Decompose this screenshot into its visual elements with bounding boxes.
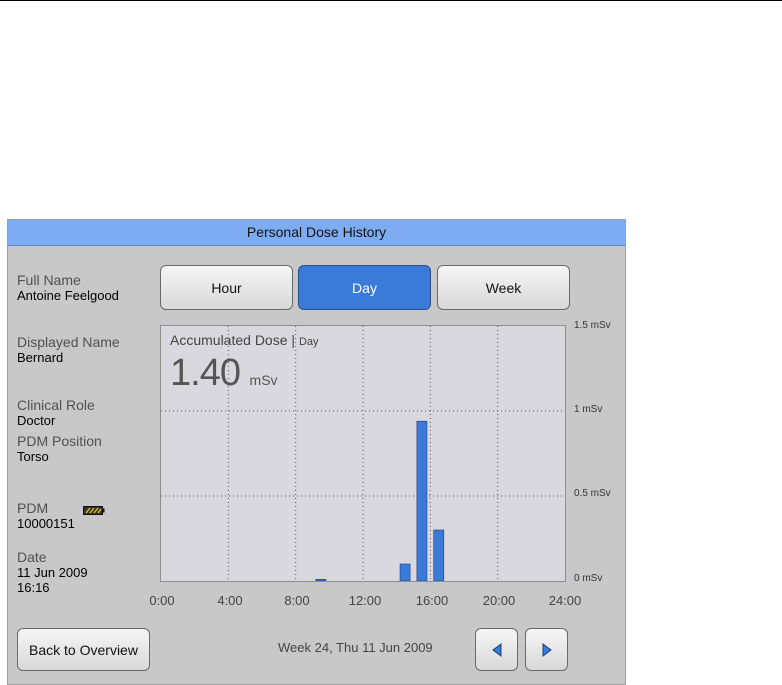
tab-day[interactable]: Day — [298, 265, 431, 310]
pdm-label: PDM — [17, 500, 49, 516]
x-tick-label: 16:00 — [415, 593, 449, 608]
back-to-overview-button[interactable]: Back to Overview — [17, 628, 150, 671]
full-name-label: Full Name — [17, 272, 81, 288]
week-date-label: Week 24, Thu 11 Jun 2009 — [278, 640, 433, 655]
x-tick-label: 24:00 — [548, 593, 582, 608]
dose-bar — [315, 579, 327, 581]
date-block: Date 11 Jun 2009 16:16 — [17, 549, 88, 595]
y-tick-label: 0 mSv — [574, 573, 603, 584]
clinical-role-label: Clinical Role — [17, 397, 95, 413]
pdm-position-label: PDM Position — [17, 433, 102, 449]
date-value: 11 Jun 2009 — [17, 565, 88, 580]
pdm-block: PDM 10000151 — [17, 500, 75, 531]
displayed-name-value: Bernard — [17, 350, 64, 365]
x-tick-label: 12:00 — [348, 593, 382, 608]
x-tick-label: 4:00 — [217, 593, 243, 608]
tab-hour[interactable]: Hour — [160, 265, 293, 310]
dose-bar — [416, 420, 428, 581]
tab-week[interactable]: Week — [437, 265, 570, 310]
accumulated-dose-title: Accumulated Dose | Day — [170, 332, 319, 348]
triangle-left-icon — [491, 642, 501, 657]
y-tick-label: 1 mSv — [574, 404, 603, 415]
clinical-role-block: Clinical Role Doctor — [17, 397, 95, 428]
full-name-value: Antoine Feelgood — [17, 288, 119, 303]
x-tick-label: 0:00 — [149, 593, 175, 608]
y-tick-label: 0.5 mSv — [574, 488, 611, 499]
top-border-line — [0, 0, 782, 1]
pdm-position-value: Torso — [17, 449, 49, 464]
dose-history-panel: Personal Dose History Full Name Antoine … — [7, 219, 626, 685]
dose-bar — [399, 563, 411, 581]
battery-icon — [83, 506, 105, 515]
x-tick-label: 20:00 — [482, 593, 516, 608]
displayed-name-label: Displayed Name — [17, 334, 120, 350]
accumulated-dose-readout: 1.40 mSv — [170, 352, 278, 395]
dose-bar — [433, 529, 445, 581]
clinical-role-value: Doctor — [17, 413, 56, 428]
time-value: 16:16 — [17, 580, 50, 595]
dose-chart: Accumulated Dose | Day 1.40 mSv — [160, 325, 566, 582]
date-label: Date — [17, 549, 47, 565]
y-tick-label: 1.5 mSv — [574, 320, 611, 331]
triangle-right-icon — [542, 642, 552, 657]
window-title: Personal Dose History — [8, 220, 625, 246]
pdm-value: 10000151 — [17, 516, 75, 531]
next-week-button[interactable] — [525, 628, 568, 671]
displayed-name-block: Displayed Name Bernard — [17, 334, 120, 365]
accumulated-dose-unit: mSv — [249, 372, 278, 388]
full-name-block: Full Name Antoine Feelgood — [17, 272, 119, 303]
accumulated-dose-period: Day — [298, 336, 319, 348]
accumulated-dose-value: 1.40 — [170, 352, 241, 394]
accumulated-dose-label: Accumulated Dose — [170, 332, 288, 348]
previous-week-button[interactable] — [475, 628, 518, 671]
x-tick-label: 8:00 — [284, 593, 310, 608]
title-separator: | — [291, 332, 296, 348]
pdm-position-block: PDM Position Torso — [17, 433, 102, 464]
